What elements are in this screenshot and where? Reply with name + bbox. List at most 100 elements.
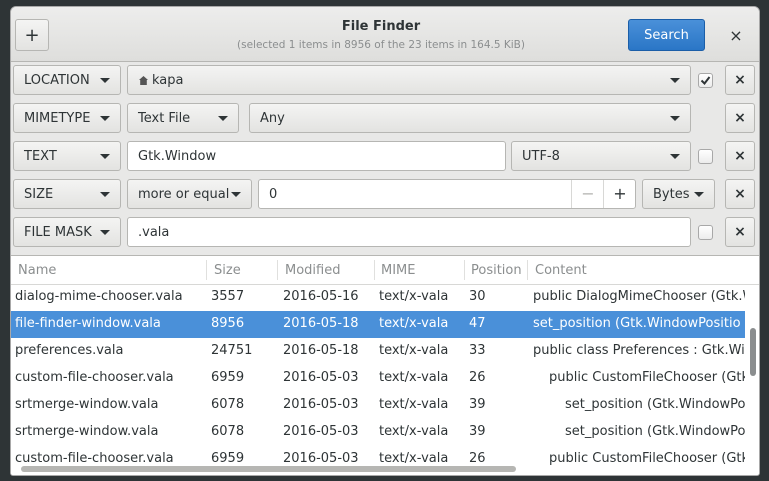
- column-header-mime[interactable]: MIME: [381, 263, 415, 278]
- table-row[interactable]: srtmerge-window.vala 6078 2016-05-03 text/x…: [11, 392, 745, 419]
- location-checkbox[interactable]: [698, 73, 713, 88]
- mime-subtype-dropdown[interactable]: Any: [249, 103, 691, 133]
- column-header-content[interactable]: Content: [535, 263, 587, 278]
- cell-name: srtmerge-window.vala: [15, 397, 159, 412]
- close-icon: ×: [734, 186, 746, 202]
- cell-mime: text/x-vala: [379, 316, 449, 331]
- remove-filter-button[interactable]: ×: [725, 65, 755, 95]
- cell-modified: 2016-05-03: [283, 370, 359, 385]
- plus-icon: +: [24, 24, 40, 46]
- cell-size: 6959: [211, 370, 245, 385]
- chevron-down-icon: [100, 78, 110, 83]
- close-icon: ×: [734, 148, 746, 164]
- cell-name: srtmerge-window.vala: [15, 424, 159, 439]
- filter-type-dropdown[interactable]: MIMETYPE: [13, 103, 121, 133]
- size-value-input[interactable]: 0 − +: [258, 179, 636, 209]
- chevron-down-icon: [100, 154, 110, 159]
- cell-position: 47: [469, 316, 486, 331]
- filter-type-dropdown[interactable]: LOCATION: [13, 65, 121, 95]
- column-header-position[interactable]: Position: [471, 263, 522, 278]
- cell-position: 33: [469, 343, 486, 358]
- cell-position: 39: [469, 397, 486, 412]
- window-title: File Finder: [341, 19, 421, 34]
- mime-category-dropdown[interactable]: Text File: [127, 103, 239, 133]
- table-row[interactable]: file-finder-window.vala 8956 2016-05-18 tex…: [11, 311, 745, 338]
- remove-filter-button[interactable]: ×: [725, 217, 755, 247]
- cell-size: 6959: [211, 451, 245, 466]
- cell-content: public DialogMimeChooser (Gtk.W: [533, 289, 745, 304]
- filter-row-file-mask: FILE MASK .vala ×: [11, 213, 759, 251]
- cell-modified: 2016-05-03: [283, 451, 359, 466]
- search-button[interactable]: Search: [628, 19, 705, 51]
- cell-modified: 2016-05-03: [283, 397, 359, 412]
- minus-button[interactable]: −: [571, 180, 604, 208]
- remove-filter-button[interactable]: ×: [725, 103, 755, 133]
- add-filter-button[interactable]: +: [15, 19, 49, 51]
- cell-mime: text/x-vala: [379, 289, 449, 304]
- filter-type-dropdown[interactable]: FILE MASK: [13, 217, 121, 247]
- cell-modified: 2016-05-18: [283, 316, 359, 331]
- close-icon: ×: [734, 72, 746, 88]
- cell-size: 24751: [211, 343, 253, 358]
- column-header-name[interactable]: Name: [18, 263, 56, 278]
- size-operator-dropdown[interactable]: more or equal: [127, 179, 252, 209]
- table-row[interactable]: preferences.vala 24751 2016-05-18 text/x-va…: [11, 338, 745, 365]
- chevron-down-icon: [670, 154, 680, 159]
- vertical-scrollbar[interactable]: [750, 328, 756, 376]
- cell-content: set_position (Gtk.WindowPo: [565, 397, 745, 412]
- size-unit-dropdown[interactable]: Bytes: [642, 179, 715, 209]
- cell-size: 8956: [211, 316, 245, 331]
- text-search-input[interactable]: Gtk.Window: [127, 141, 506, 171]
- cell-modified: 2016-05-18: [283, 343, 359, 358]
- cell-content: set_position (Gtk.WindowPositio: [533, 316, 741, 331]
- location-chooser[interactable]: kapa: [127, 65, 691, 95]
- close-icon: ×: [729, 25, 743, 45]
- search-button-label: Search: [644, 27, 689, 43]
- cell-content: public CustomFileChooser (Gtk: [549, 370, 745, 385]
- table-header: Name Size Modified MIME Position Content: [11, 256, 759, 285]
- chevron-down-icon: [100, 230, 110, 235]
- table-row[interactable]: dialog-mime-chooser.vala 3557 2016-05-16 te…: [11, 284, 745, 311]
- column-header-modified[interactable]: Modified: [285, 263, 340, 278]
- cell-name: dialog-mime-chooser.vala: [15, 289, 183, 304]
- horizontal-scrollbar[interactable]: [21, 466, 516, 472]
- filter-type-dropdown[interactable]: SIZE: [13, 179, 121, 209]
- cell-size: 6078: [211, 424, 245, 439]
- cell-position: 30: [469, 289, 486, 304]
- home-icon: [138, 75, 148, 85]
- cell-modified: 2016-05-03: [283, 424, 359, 439]
- chevron-down-icon: [670, 78, 680, 83]
- window-subtitle: (selected 1 items in 8956 of the 23 item…: [237, 39, 525, 51]
- chevron-down-icon: [694, 192, 704, 197]
- chevron-down-icon: [231, 192, 241, 197]
- cell-mime: text/x-vala: [379, 343, 449, 358]
- filter-row-location: LOCATION kapa ×: [11, 61, 759, 99]
- header-bar: + File Finder (selected 1 items in 8956 …: [11, 7, 759, 62]
- text-checkbox[interactable]: [698, 149, 713, 164]
- file-mask-checkbox[interactable]: [698, 225, 713, 240]
- cell-mime: text/x-vala: [379, 370, 449, 385]
- close-icon: ×: [734, 110, 746, 126]
- plus-button[interactable]: +: [603, 180, 636, 208]
- encoding-dropdown[interactable]: UTF-8: [511, 141, 691, 171]
- close-icon: ×: [734, 224, 746, 240]
- window-close-button[interactable]: ×: [719, 19, 753, 51]
- cell-mime: text/x-vala: [379, 397, 449, 412]
- table-row[interactable]: srtmerge-window.vala 6078 2016-05-03 text/x…: [11, 419, 745, 446]
- remove-filter-button[interactable]: ×: [725, 141, 755, 171]
- chevron-down-icon: [100, 116, 110, 121]
- remove-filter-button[interactable]: ×: [725, 179, 755, 209]
- cell-content: public class Preferences : Gtk.Wi: [533, 343, 745, 358]
- filter-row-mimetype: MIMETYPE Text File Any ×: [11, 99, 759, 137]
- cell-mime: text/x-vala: [379, 424, 449, 439]
- cell-name: custom-file-chooser.vala: [15, 451, 174, 466]
- file-mask-input[interactable]: .vala: [127, 217, 691, 247]
- column-header-size[interactable]: Size: [214, 263, 241, 278]
- filter-type-dropdown[interactable]: TEXT: [13, 141, 121, 171]
- cell-name: preferences.vala: [15, 343, 124, 358]
- results-list[interactable]: Name Size Modified MIME Position Content…: [11, 255, 759, 475]
- table-row[interactable]: custom-file-chooser.vala 6959 2016-05-03 te…: [11, 365, 745, 392]
- cell-content: public CustomFileChooser (Gtk: [549, 451, 745, 466]
- cell-name: file-finder-window.vala: [15, 316, 161, 331]
- checkmark-icon: [700, 76, 711, 86]
